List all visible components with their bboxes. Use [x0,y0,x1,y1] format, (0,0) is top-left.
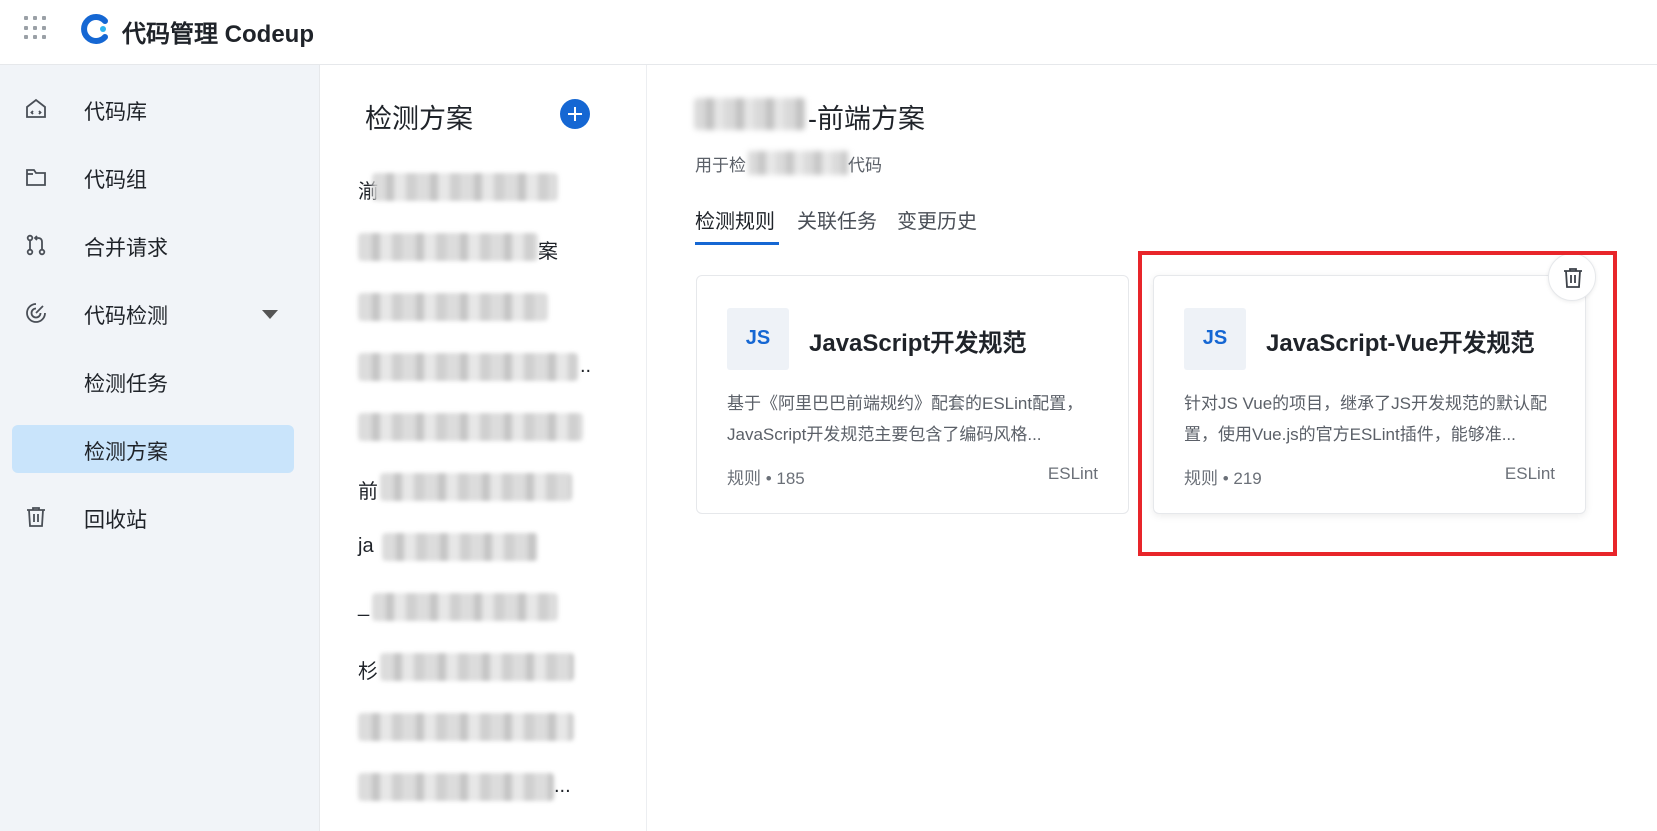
plan-list-item[interactable]: _ [358,593,558,621]
sidebar-item-scan-plans[interactable]: 检测方案 [12,425,294,473]
plan-item-text: .. [580,355,592,377]
merge-request-icon [26,234,46,256]
sidebar-item-label: 代码检测 [84,305,168,328]
redacted-text [358,713,574,741]
sidebar-item-label: 代码组 [84,169,147,192]
redacted-text [694,98,806,130]
plan-item-text: ja [358,535,374,557]
plan-list-item[interactable]: ja [358,533,558,561]
chevron-down-icon[interactable] [262,310,278,319]
redacted-text [380,653,574,681]
plan-list-item[interactable] [358,293,558,321]
plan-item-text: 杉 [358,661,378,683]
codeup-logo-icon[interactable] [78,12,112,46]
plan-list-item[interactable]: 案 [358,233,558,263]
card-description: 基于《阿里巴巴前端规约》配套的ESLint配置，JavaScript开发规范主要… [727,394,1084,444]
plan-list-panel: 检测方案 湔 案 .. 前 ja _ 杉 ... [320,65,647,831]
trash-icon [27,507,45,527]
sidebar-item-label: 检测任务 [84,373,168,396]
javascript-icon: JS [727,308,789,370]
plan-item-text: _ [358,595,370,617]
sidebar-item-code-groups[interactable]: 代码组 [12,153,294,201]
sidebar-item-label: 回收站 [84,509,147,532]
redacted-text [380,473,572,501]
tab-scan-rules[interactable]: 检测规则 [695,205,775,234]
active-tab-indicator [695,242,779,245]
top-bar: 代码管理 Codeup [0,0,1657,65]
plan-list-item[interactable]: 杉 [358,653,578,683]
plan-list-item[interactable] [358,713,578,741]
rule-set-card[interactable]: JS JavaScript开发规范 基于《阿里巴巴前端规约》配套的ESLint配… [696,275,1129,514]
plan-item-text: 前 [358,481,378,503]
plan-list-item[interactable]: ... [358,773,588,801]
card-title: JavaScript开发规范 [809,330,1027,357]
add-plan-button[interactable] [560,99,590,129]
plan-list-item[interactable]: 前 [358,473,578,503]
plan-item-text: ... [554,775,571,797]
redacted-text [358,233,538,261]
redacted-text [372,593,558,621]
sidebar-item-repositories[interactable]: 代码库 [12,85,294,133]
plan-list-item[interactable] [358,413,588,441]
rule-count: 规则 • 185 [727,469,805,488]
tab-change-history[interactable]: 变更历史 [897,205,977,234]
sidebar-item-label: 合并请求 [84,237,168,260]
redacted-text [748,151,848,175]
redacted-text [382,533,538,561]
plan-description-end: 代码 [848,156,882,175]
sidebar-item-label: 检测方案 [84,441,168,464]
sidebar-item-code-scan[interactable]: 代码检测 [12,289,294,337]
engine-label: ESLint [1047,464,1098,483]
plan-item-text: 案 [538,241,558,263]
sidebar-item-scan-tasks[interactable]: 检测任务 [12,357,294,405]
plan-description-start: 用于检 [695,156,746,175]
sidebar: 代码库 代码组 合并请求 代码检测 检测任务 检测方案 回收站 [0,65,320,831]
redacted-text [358,353,578,381]
sidebar-item-recycle-bin[interactable]: 回收站 [12,493,294,541]
highlight-annotation-box [1138,251,1617,556]
sidebar-item-merge-requests[interactable]: 合并请求 [12,221,294,269]
redacted-text [358,413,583,441]
plan-list-item[interactable]: 湔 [358,173,558,203]
redacted-text [372,173,558,201]
sidebar-item-label: 代码库 [84,101,147,124]
tab-related-tasks[interactable]: 关联任务 [797,205,877,234]
redacted-text [358,293,548,321]
repository-icon [26,98,46,118]
redacted-text [358,773,554,801]
app-title[interactable]: 代码管理 Codeup [122,14,314,49]
code-scan-icon [26,303,46,323]
folder-icon [26,169,46,186]
plan-list-item[interactable]: .. [358,353,598,381]
plan-list-title: 检测方案 [365,104,473,134]
app-grid-icon[interactable] [24,16,48,40]
plan-title: -前端方案 [808,104,925,134]
